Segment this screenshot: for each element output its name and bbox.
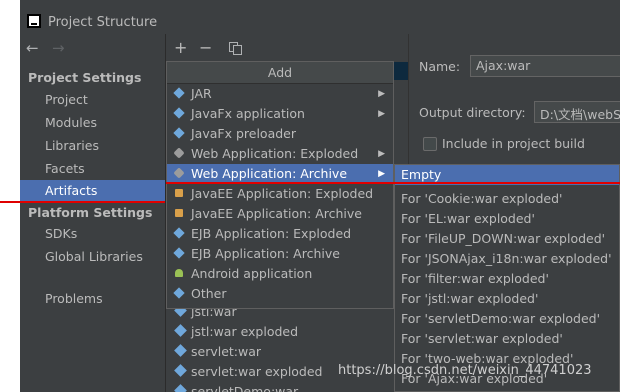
submenu-item[interactable]: For 'Cookie:war exploded' (395, 189, 619, 209)
settings-sidebar: ← → Project Settings Project Modules Lib… (20, 34, 165, 392)
submenu-item[interactable]: For 'EL:war exploded' (395, 209, 619, 229)
menu-item-javaee-application-exploded[interactable]: JavaEE Application: Exploded (167, 184, 393, 204)
archive-submenu: Empty For 'Cookie:war exploded' For 'EL:… (394, 164, 620, 392)
sidebar-item-problems[interactable]: Problems (20, 288, 165, 310)
menu-item-android-application[interactable]: Android application (167, 264, 393, 284)
menu-item-label: Web Application: Archive (191, 166, 348, 181)
watermark-text: https://blog.csdn.net/weixin_44741023 (338, 363, 592, 378)
submenu-item[interactable]: For 'JSONAjax_i18n:war exploded' (395, 249, 619, 269)
include-in-build-label: Include in project build (442, 136, 585, 151)
menu-item-label: Other (191, 286, 227, 301)
ejb-icon (173, 227, 185, 239)
submenu-arrow-icon: ▶ (378, 109, 385, 119)
add-artifact-popup: Add JAR ▶ JavaFx application ▶ JavaFx prel… (166, 61, 394, 309)
menu-item-label: Android application (191, 266, 313, 281)
sidebar-item-artifacts[interactable]: Artifacts (20, 180, 165, 202)
menu-item-other[interactable]: Other (167, 284, 393, 304)
remove-button[interactable]: − (199, 38, 212, 57)
menu-item-web-application-archive[interactable]: Web Application: Archive ▶ (167, 164, 393, 184)
copy-icon[interactable] (229, 42, 242, 55)
annotation-line-artifacts (0, 201, 165, 203)
name-field[interactable]: Ajax:war (470, 55, 620, 77)
submenu-item[interactable]: For 'servlet:war exploded' (395, 329, 619, 349)
sidebar-item-project[interactable]: Project (20, 89, 165, 111)
output-directory-label: Output directory: (419, 105, 526, 120)
project-settings-header: Project Settings (28, 70, 142, 85)
artifact-label: servletDemo:war (191, 384, 299, 392)
submenu-arrow-icon: ▶ (378, 149, 385, 159)
submenu-arrow-icon: ▶ (378, 169, 385, 179)
menu-item-label: Web Application: Exploded (191, 146, 359, 161)
platform-settings-header: Platform Settings (28, 205, 153, 220)
submenu-item[interactable]: For 'jstl:war exploded' (395, 289, 619, 309)
jar-icon (173, 87, 185, 99)
back-arrow-icon[interactable]: ← (26, 39, 39, 57)
title-bar: Project Structure (20, 0, 620, 34)
artifact-label: servlet:war exploded (191, 364, 323, 379)
popup-header: Add (167, 62, 393, 84)
war-icon (174, 384, 187, 392)
javaee-icon (175, 189, 183, 197)
menu-item-label: JavaFx preloader (191, 126, 296, 141)
menu-item-javaee-application-archive[interactable]: JavaEE Application: Archive (167, 204, 393, 224)
list-item[interactable]: servlet:war (174, 342, 262, 362)
war-icon (174, 344, 187, 357)
forward-arrow-icon[interactable]: → (52, 39, 65, 57)
war-icon (174, 364, 187, 377)
menu-item-web-application-exploded[interactable]: Web Application: Exploded ▶ (167, 144, 393, 164)
menu-item-label: JavaEE Application: Exploded (191, 186, 374, 201)
menu-item-label: JAR (191, 86, 212, 101)
list-item[interactable]: servlet:war exploded (174, 362, 323, 382)
menu-item-javafx-application[interactable]: JavaFx application ▶ (167, 104, 393, 124)
web-archive-icon (173, 167, 185, 179)
war-icon (174, 324, 187, 337)
list-item[interactable]: jstl:war exploded (174, 322, 299, 342)
menu-item-label: JavaEE Application: Archive (191, 206, 362, 221)
submenu-item[interactable]: For 'servletDemo:war exploded' (395, 309, 619, 329)
sidebar-item-sdks[interactable]: SDKs (20, 223, 165, 245)
menu-item-jar[interactable]: JAR ▶ (167, 84, 393, 104)
name-label: Name: (419, 59, 461, 74)
menu-item-ejb-application-archive[interactable]: EJB Application: Archive (167, 244, 393, 264)
menu-item-label: EJB Application: Archive (191, 246, 340, 261)
annotation-line-archive (166, 182, 620, 184)
other-icon (173, 287, 185, 299)
menu-item-javafx-preloader[interactable]: JavaFx preloader (167, 124, 393, 144)
output-directory-field[interactable]: D:\文档\webStu (534, 101, 620, 123)
android-icon (175, 269, 183, 277)
window-title: Project Structure (48, 15, 158, 30)
sidebar-item-facets[interactable]: Facets (20, 158, 165, 180)
sidebar-item-modules[interactable]: Modules (20, 112, 165, 134)
javafx-icon (173, 127, 185, 139)
ejb-icon (173, 247, 185, 259)
add-button[interactable]: + (174, 38, 187, 57)
javafx-icon (173, 107, 185, 119)
web-gear-icon (173, 147, 185, 159)
javaee-icon (175, 209, 183, 217)
menu-item-label: EJB Application: Exploded (191, 226, 352, 241)
sidebar-item-global-libraries[interactable]: Global Libraries (20, 246, 165, 268)
intellij-icon (27, 14, 41, 28)
list-item[interactable]: servletDemo:war (174, 382, 299, 392)
submenu-arrow-icon: ▶ (378, 89, 385, 99)
include-in-build-checkbox[interactable] (423, 137, 437, 151)
menu-item-label: JavaFx application (191, 106, 305, 121)
submenu-item[interactable]: For 'filter:war exploded' (395, 269, 619, 289)
artifact-label: servlet:war (191, 344, 262, 359)
menu-item-ejb-application-exploded[interactable]: EJB Application: Exploded (167, 224, 393, 244)
submenu-item[interactable]: For 'FileUP_DOWN:war exploded' (395, 229, 619, 249)
sidebar-item-libraries[interactable]: Libraries (20, 135, 165, 157)
artifact-label: jstl:war exploded (191, 324, 299, 339)
